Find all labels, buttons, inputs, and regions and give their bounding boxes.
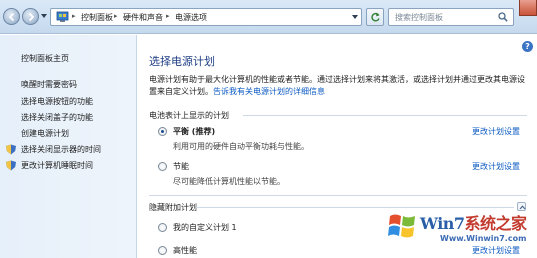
link-password-on-wakeup[interactable]: 唤醒时需要密码 — [21, 79, 77, 90]
shield-icon — [6, 160, 16, 171]
search-box[interactable]: 搜索控制面板 — [388, 8, 514, 26]
link-lid-close-function[interactable]: 选择关闭盖子的功能 — [21, 112, 93, 123]
group-divider — [243, 115, 527, 116]
description-text: 电源计划有助于最大化计算机的性能或者节能。通过选择计划来将其激活，或选择计划并通… — [149, 75, 525, 96]
crumb-separator-icon: ▸ — [114, 12, 118, 20]
forward-arrow-icon — [28, 12, 35, 22]
section-divider — [149, 195, 527, 196]
search-icon[interactable] — [498, 12, 508, 22]
address-toolbar: ▸ 控制面板 ▸ 硬件和声音 ▸ 电源选项 搜索控制面板 — [0, 0, 537, 34]
group-header-battery: 电池表计上显示的计划 — [149, 111, 229, 120]
recent-pages-dropdown-icon[interactable] — [41, 14, 47, 19]
shield-icon — [6, 144, 16, 155]
change-plan-settings-power-saver[interactable]: 更改计划设置 — [472, 161, 520, 172]
back-button[interactable] — [3, 8, 20, 25]
watermark-url: Www.Winwin7.com — [440, 234, 527, 243]
refresh-button[interactable] — [366, 8, 384, 26]
radio-high-performance[interactable] — [158, 246, 167, 255]
plan-name-custom[interactable]: 我的自定义计划 1 — [173, 222, 237, 233]
link-sleep-time[interactable]: 更改计算机睡眠时间 — [21, 160, 93, 171]
plan-name-high-performance[interactable]: 高性能 — [173, 245, 197, 256]
link-power-button-function[interactable]: 选择电源按钮的功能 — [21, 96, 93, 107]
crumb-separator-icon: ▸ — [166, 12, 170, 20]
watermark-brand-suffix: 系统之家 — [464, 214, 528, 233]
refresh-icon — [371, 12, 380, 22]
breadcrumb-hardware-sound[interactable]: 硬件和声音 — [123, 12, 163, 23]
left-navigation-pane: 控制面板主页 唤醒时需要密码 选择电源按钮的功能 选择关闭盖子的功能 创建电源计… — [0, 35, 137, 258]
radio-custom-plan[interactable] — [158, 223, 167, 232]
breadcrumb-power-options[interactable]: 电源选项 — [175, 12, 207, 23]
link-display-off-time[interactable]: 选择关闭显示器的时间 — [21, 144, 101, 155]
power-plan-info-link[interactable]: 告诉我有关电源计划的详细信息 — [213, 87, 325, 96]
plan-name-balanced[interactable]: 平衡 (推荐) — [173, 126, 215, 137]
watermark-brand: Win7系统之家 — [420, 210, 527, 234]
plan-desc-power-saver: 尽可能降低计算机性能以节能。 — [173, 177, 285, 186]
help-icon[interactable]: ? — [522, 41, 533, 52]
control-panel-icon — [56, 11, 69, 22]
page-title: 选择电源计划 — [149, 55, 215, 68]
change-plan-settings-high-performance[interactable]: 更改计划设置 — [472, 245, 520, 256]
back-arrow-icon — [8, 12, 15, 22]
group-header-hidden-plans[interactable]: 隐藏附加计划 — [149, 202, 197, 213]
windows-logo-icon — [388, 214, 415, 238]
close-window-button[interactable] — [519, 0, 537, 16]
address-bar[interactable]: ▸ 控制面板 ▸ 硬件和声音 ▸ 电源选项 — [50, 8, 362, 26]
watermark-brand-prefix: Win7 — [420, 214, 465, 233]
link-create-power-plan[interactable]: 创建电源计划 — [21, 128, 69, 139]
search-placeholder: 搜索控制面板 — [395, 13, 443, 22]
page-description: 电源计划有助于最大化计算机的性能或者节能。通过选择计划来将其激活，或选择计划并通… — [149, 74, 529, 98]
radio-power-saver[interactable] — [158, 162, 167, 171]
plan-desc-balanced: 利用可用的硬件自动平衡功耗与性能。 — [173, 142, 309, 151]
radio-balanced[interactable] — [158, 127, 167, 136]
forward-button[interactable] — [22, 8, 39, 25]
crumb-separator-icon: ▸ — [72, 12, 76, 20]
change-plan-settings-balanced[interactable]: 更改计划设置 — [472, 126, 520, 137]
control-panel-home-link[interactable]: 控制面板主页 — [21, 53, 69, 64]
breadcrumb-control-panel[interactable]: 控制面板 — [81, 12, 113, 23]
address-dropdown-icon[interactable] — [352, 15, 358, 20]
group-divider — [196, 207, 514, 208]
plan-name-power-saver[interactable]: 节能 — [173, 161, 189, 172]
